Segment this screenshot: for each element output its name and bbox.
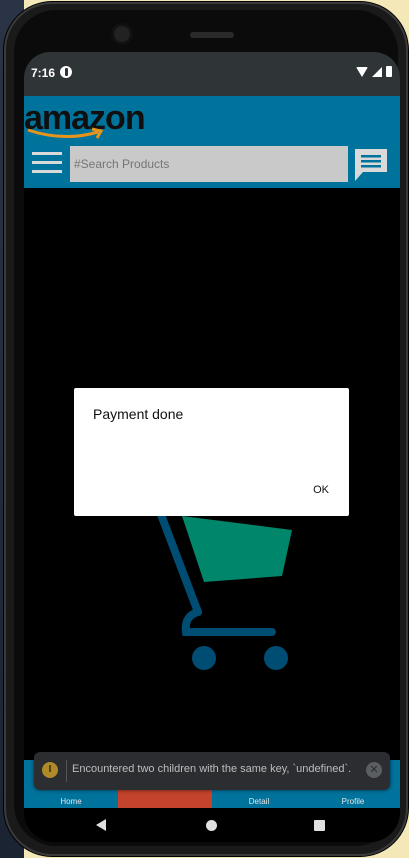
notification-icon xyxy=(60,66,72,78)
device-screen: 7:16 amazon #Search Products Payment don… xyxy=(24,52,400,842)
app-header: amazon xyxy=(24,96,400,188)
toast-message: Encountered two children with the same k… xyxy=(72,763,352,775)
logo-smile-icon xyxy=(27,127,104,139)
phone-frame: 7:16 amazon #Search Products Payment don… xyxy=(4,2,408,856)
menu-icon[interactable] xyxy=(32,152,62,174)
warning-toast[interactable]: Encountered two children with the same k… xyxy=(34,752,390,790)
earpiece-speaker xyxy=(190,32,234,38)
ok-button[interactable]: OK xyxy=(313,484,329,496)
close-icon[interactable]: ✕ xyxy=(366,762,382,778)
back-icon[interactable] xyxy=(96,819,106,831)
search-input[interactable] xyxy=(70,146,348,182)
tab-label: Home xyxy=(60,797,82,806)
front-camera xyxy=(114,26,130,42)
tab-label: Profile xyxy=(341,797,365,806)
cart-icon xyxy=(156,508,292,670)
status-time: 7:16 xyxy=(31,66,56,80)
home-icon[interactable] xyxy=(206,820,217,831)
battery-icon xyxy=(386,66,392,77)
system-nav-bar xyxy=(24,808,400,842)
wifi-icon xyxy=(356,66,368,77)
chat-icon[interactable] xyxy=(354,148,388,182)
status-bar: 7:16 xyxy=(24,52,400,96)
signal-icon xyxy=(372,66,382,77)
tab-label: Detail xyxy=(248,797,270,806)
dialog-title: Payment done xyxy=(93,406,184,422)
recents-icon[interactable] xyxy=(314,820,325,831)
warning-icon xyxy=(42,762,58,778)
payment-dialog: Payment done OK xyxy=(74,388,349,516)
